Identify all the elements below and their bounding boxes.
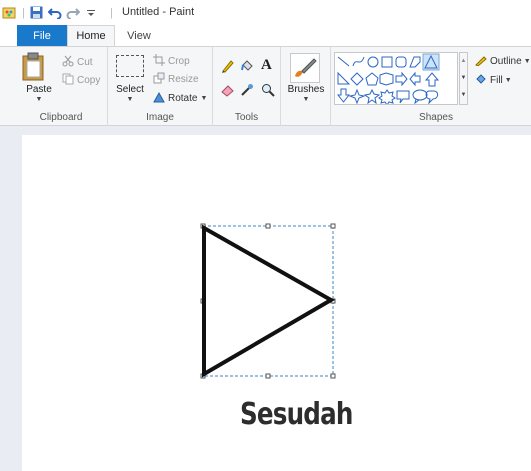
- selection-box[interactable]: [202, 225, 334, 377]
- resize-handle[interactable]: [265, 373, 271, 379]
- selection-handles[interactable]: [200, 223, 336, 379]
- resize-handle[interactable]: [330, 223, 336, 229]
- canvas-caption: Sesudah: [240, 397, 353, 432]
- resize-handle[interactable]: [330, 373, 336, 379]
- triangle-shape[interactable]: [202, 224, 336, 378]
- resize-handle[interactable]: [265, 223, 271, 229]
